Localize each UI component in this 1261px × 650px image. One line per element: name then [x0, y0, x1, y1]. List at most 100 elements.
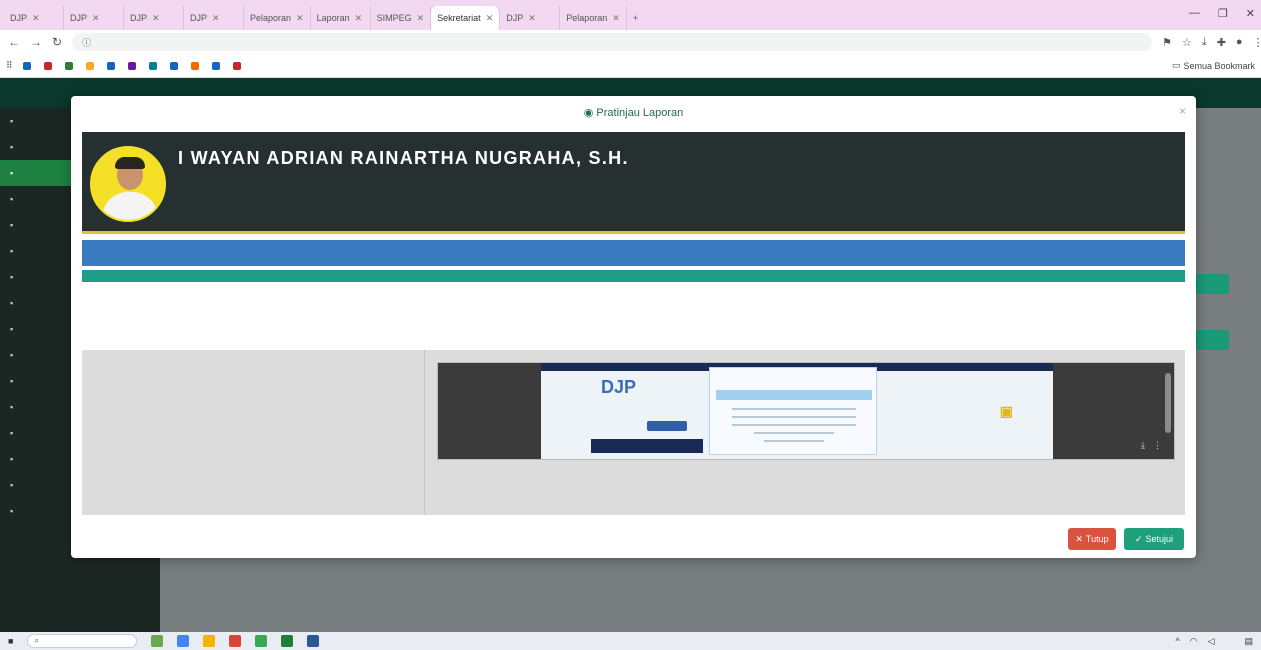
modal-close-icon[interactable]: × [1179, 104, 1186, 118]
menu-icon[interactable]: ⋮ [1253, 36, 1261, 49]
browser-tab[interactable]: SIMPEG ✕ [371, 6, 432, 30]
close-icon[interactable]: ✕ [486, 13, 494, 24]
browser-tabbar: DJP ✕ DJP ✕ DJP ✕ DJP ✕ Pelaporan ✕ Laporan ✕ … [0, 0, 1261, 30]
close-icon[interactable]: ✕ [212, 13, 220, 24]
close-icon[interactable]: ✕ [92, 13, 100, 24]
maximize-icon[interactable]: ❐ [1218, 7, 1228, 20]
app-icon[interactable] [229, 635, 242, 647]
chevron-up-icon[interactable]: ^ [1175, 636, 1179, 646]
reload-icon[interactable]: ↻ [52, 35, 62, 49]
bookmark-item[interactable] [106, 61, 118, 70]
apps-icon[interactable]: ⠿ [6, 60, 13, 71]
document-viewer[interactable]: DJP ▣ ⤓ ⋮ [437, 362, 1175, 460]
browser-tab[interactable]: Laporan ✕ [311, 6, 371, 30]
bookmark-item[interactable] [64, 61, 76, 70]
more-icon[interactable]: ⋮ [1153, 440, 1162, 451]
image-logo: DJP [601, 377, 637, 397]
report-banner [82, 240, 1185, 266]
browser-tab-active[interactable]: Sekretariat ✕ [431, 6, 501, 30]
info-row [82, 300, 1185, 318]
browser-tab[interactable]: DJP ✕ [500, 6, 561, 30]
check-icon: ✓ [1134, 533, 1143, 544]
app-icon[interactable] [151, 635, 164, 647]
download-icon[interactable]: ⤓ [1141, 440, 1145, 451]
tab-label: DJP [190, 13, 208, 23]
eye-icon: ◉ [583, 107, 597, 119]
browser-tab[interactable]: DJP ✕ [124, 6, 184, 30]
bookmark-item[interactable] [169, 61, 181, 70]
close-icon: ✕ [1075, 533, 1083, 544]
tab-label: DJP [506, 13, 524, 23]
close-icon[interactable]: ✕ [32, 13, 40, 24]
wifi-icon[interactable]: ◠ [1190, 636, 1198, 647]
bookmark-item[interactable] [127, 61, 139, 70]
document-image: DJP ▣ [541, 363, 1053, 459]
app-icon[interactable] [177, 635, 190, 647]
start-icon[interactable]: ■ [8, 636, 13, 646]
close-icon[interactable]: ✕ [612, 13, 620, 24]
download-icon[interactable]: ⤓ [1202, 36, 1207, 49]
viewer-scrollbar[interactable] [1165, 373, 1171, 433]
bookmark-item[interactable] [211, 61, 223, 70]
bookmark-favicon [211, 61, 220, 70]
tab-label: Pelaporan [250, 13, 292, 23]
close-icon[interactable]: ✕ [152, 13, 160, 24]
profile-header: I WAYAN ADRIAN RAINARTHA NUGRAHA, S.H. [82, 132, 1185, 234]
new-tab-button[interactable]: + [627, 6, 651, 30]
close-window-icon[interactable]: ✕ [1246, 7, 1255, 20]
bookmark-favicon [148, 61, 157, 70]
tab-label: DJP [10, 13, 28, 23]
image-line [764, 440, 824, 442]
site-info-icon[interactable]: ⓘ [82, 36, 91, 49]
browser-tab[interactable]: DJP ✕ [4, 6, 64, 30]
browser-tab[interactable]: DJP ✕ [184, 6, 244, 30]
bookmark-item[interactable] [148, 61, 160, 70]
minimize-icon[interactable]: — [1189, 7, 1200, 20]
taskbar-search[interactable]: ⌕ [27, 634, 138, 648]
extension-icon[interactable]: ✚ [1217, 36, 1226, 49]
button-label: Tutup [1085, 534, 1109, 544]
bookmark-star-icon[interactable]: ☆ [1182, 36, 1192, 49]
bookmark-favicon [106, 61, 115, 70]
forward-icon[interactable]: → [30, 35, 42, 49]
system-tray: ^ ◠ ◁ ▤ [1175, 636, 1253, 647]
close-icon[interactable]: ✕ [296, 13, 304, 24]
url-field[interactable]: ⓘ [72, 33, 1153, 51]
bookmark-item[interactable] [43, 61, 55, 70]
notification-icon[interactable]: ▤ [1244, 636, 1253, 647]
excel-icon[interactable] [281, 635, 294, 647]
word-icon[interactable] [307, 635, 320, 647]
translate-icon[interactable]: ⚑ [1162, 36, 1172, 49]
close-icon[interactable]: ✕ [355, 13, 363, 24]
bookmark-item[interactable] [22, 61, 34, 70]
bookmark-item[interactable] [190, 61, 202, 70]
bookmarks-bar: ⠿ ▭ Semua Bookmark [0, 54, 1261, 78]
tab-label: DJP [130, 13, 148, 23]
modal-title: ◉ Pratinjau Laporan [71, 106, 1196, 119]
bookmark-label: Semua Bookmark [1183, 60, 1255, 71]
bookmark-favicon [169, 61, 178, 70]
back-icon[interactable]: ← [8, 35, 20, 49]
tab-label: SIMPEG [376, 13, 412, 23]
bookmark-item[interactable] [232, 61, 244, 70]
browser-tab[interactable]: DJP ✕ [64, 6, 124, 30]
chrome-icon[interactable] [255, 635, 268, 647]
close-icon[interactable]: ✕ [528, 13, 536, 24]
volume-icon[interactable]: ◁ [1208, 636, 1215, 647]
search-icon: ⌕ [34, 636, 39, 645]
profile-icon[interactable]: ● [1236, 36, 1243, 48]
browser-tab[interactable]: Pelaporan ✕ [560, 6, 627, 30]
divider-bar [82, 270, 1185, 282]
os-taskbar: ■ ⌕ ^ ◠ ◁ ▤ [0, 632, 1261, 650]
bookmark-item[interactable] [85, 61, 97, 70]
close-icon[interactable]: ✕ [417, 13, 425, 24]
close-button[interactable]: ✕ Tutup [1068, 528, 1116, 550]
tab-label: Pelaporan [566, 13, 608, 23]
image-button [647, 421, 687, 431]
approve-button[interactable]: ✓ Setujui [1124, 528, 1184, 550]
modal-title-text: Pratinjau Laporan [596, 107, 684, 119]
all-bookmarks-folder[interactable]: ▭ Semua Bookmark [1172, 60, 1255, 71]
folder-icon[interactable] [203, 635, 216, 647]
image-line [732, 416, 856, 418]
browser-tab[interactable]: Pelaporan ✕ [244, 6, 311, 30]
